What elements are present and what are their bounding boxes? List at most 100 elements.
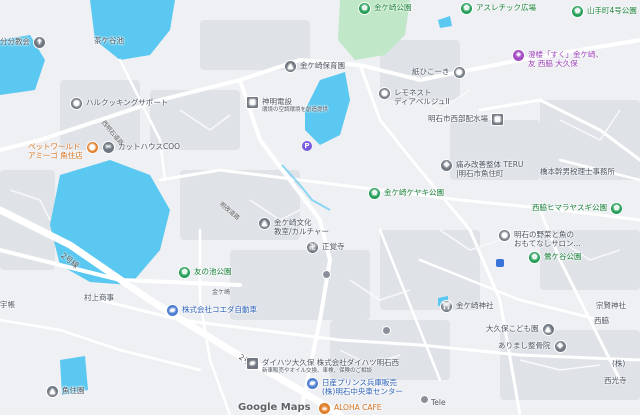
poi-label-line2: アミーゴ 魚住店 — [28, 151, 83, 160]
map-canvas[interactable]: 2号線 2号線 西明石道路 明夜道路 ✿ 金ケ崎公園 ✿ アスレチック広場 ✿ … — [0, 0, 640, 415]
cafe-icon: ☕ — [318, 402, 331, 415]
poi-halkuteking[interactable]: ● ハルクッキングサポート — [70, 97, 169, 110]
poi-murakami[interactable]: 村上商事 — [84, 293, 114, 302]
poi-branch-kai[interactable]: 分分教会 ✝ — [0, 36, 46, 49]
poi-label: 澄楼「すく」金ケ崎、 — [528, 50, 603, 59]
school-icon: ▲ — [541, 323, 555, 336]
building-icon: ▦ — [246, 96, 259, 109]
poi-kanegasaki-bunka[interactable]: ▲ 金ケ崎文化 教室/カルチャー — [258, 217, 329, 236]
poi-label: 大久保こども園 — [486, 324, 539, 333]
poi-label-line2: (株)明石中央車センター — [322, 387, 403, 396]
poi-himaru-kaede[interactable]: 紙ひこーき ● — [412, 66, 466, 79]
clinic-icon: ✚ — [440, 159, 453, 172]
poi-pet-world[interactable]: ペットワールド アミーゴ 魚住店 ● — [28, 141, 99, 160]
poi-daihatsu[interactable]: ▰ ダイハツ大久保 株式会社ダイハツ明石西 新車販売やオイル交換、車検、保険のご… — [246, 357, 400, 376]
poi-shokakuji[interactable]: 卍 正覚寺 — [306, 241, 345, 254]
poi-label: ありまし整骨院 — [498, 341, 551, 350]
poi-label-line2: 環境の空調環境を創造提供 — [262, 107, 329, 113]
poi-label: 鶯ケ谷公園 — [544, 252, 582, 261]
shop-icon: ● — [498, 229, 511, 242]
shop-icon: ✂ — [102, 141, 115, 154]
poi-lemonest[interactable]: ● レモネスト ディアベルジュII — [378, 87, 450, 106]
shop-icon: ● — [85, 141, 99, 154]
poi-nishi-sakura[interactable]: 西脇 — [594, 316, 609, 325]
poi-akashi-salon[interactable]: ● 明石の野菜と魚の おもてなしサロン... — [498, 229, 581, 248]
poi-uguisu-park[interactable]: ✿ 鶯ケ谷公園 — [528, 251, 582, 264]
poi-keyaki-park[interactable]: ✿ 金ケ崎ケヤキ公園 — [368, 187, 444, 200]
poi-kanegasaki-shrine[interactable]: ⛩ 金ケ崎神社 — [440, 300, 494, 313]
poi-label: 西脇ヒマラヤスギ公園 — [532, 203, 607, 212]
poi-label: 神明電設 — [262, 97, 292, 106]
area-label-tele: Tele — [431, 398, 446, 407]
tree-icon: ✿ — [368, 187, 381, 200]
poi-shinmei-denki[interactable]: ▦ 神明電設 環境の空調環境を創造提供 — [246, 96, 329, 115]
poi-chayatani[interactable]: 茶ケ谷池 — [94, 36, 124, 45]
poi-label: ペットワールド — [28, 142, 81, 151]
poi-label: アスレチック広場 — [476, 3, 536, 12]
poi-uozumi-sho[interactable]: ▲ 魚住園 — [46, 385, 85, 398]
car-icon: ▰ — [246, 357, 259, 370]
poi-rei-shrine[interactable]: ✦ 澄楼「すく」金ケ崎、 友 西脇 大久保 — [512, 49, 603, 68]
poi-okubo-kodomo[interactable]: 大久保こども園 ▲ — [486, 323, 555, 336]
poi-label: 宗賢神社 — [596, 301, 626, 310]
poi-kabu[interactable]: (株) — [612, 359, 625, 368]
poi-label: 金ケ崎文化 — [274, 218, 312, 227]
poi-label: ダイハツ大久保 株式会社ダイハツ明石西 — [262, 358, 400, 367]
poi-tomo-ike[interactable]: ✿ 友の池公園 — [178, 266, 232, 279]
poi-aloha[interactable]: ☕ ALOHA CAFE — [318, 402, 382, 415]
poi-kanegasaki-nursery[interactable]: ▲ 金ケ崎保育園 — [284, 60, 345, 73]
poi-label: 西光寺 — [604, 376, 627, 385]
poi-akashi-water[interactable]: 明石市西部配水場 ▦ — [428, 113, 504, 126]
poi-label: 日産プリンス兵庫販売 — [322, 378, 397, 387]
poi-athletic-field[interactable]: ✿ アスレチック広場 — [460, 2, 536, 15]
poi-label: 村上商事 — [84, 293, 114, 302]
poi-label: ハルクッキングサポート — [86, 98, 169, 107]
poi-label-line2: おもてなしサロン... — [514, 239, 581, 248]
tree-icon: ✿ — [178, 266, 191, 279]
poi-label: 紙ひこーき — [412, 67, 450, 76]
poi-label-line2: |明石市魚住町 — [456, 169, 504, 178]
bus-stop-icon[interactable] — [496, 259, 504, 267]
poi-arimashi[interactable]: ありまし整骨院 ✚ — [498, 340, 567, 353]
poi-nishimitsu[interactable]: 西光寺 — [604, 376, 627, 385]
clinic-icon: ✚ — [553, 340, 567, 353]
poi-label: 株式会社コエダ自動車 — [182, 305, 257, 314]
poi-sohouji[interactable]: 宗賢神社 — [596, 301, 626, 310]
poi-label: 分分教会 — [0, 37, 30, 46]
poi-teru[interactable]: ✚ 痛み改善整体 TERU |明石市魚住町 — [440, 159, 523, 178]
tree-icon: ✿ — [610, 202, 623, 215]
poi-west-edge[interactable]: 宇帳 — [0, 300, 15, 309]
poi-label: レモネスト — [394, 88, 432, 97]
poi-dot-icon[interactable] — [420, 395, 429, 404]
poi-hashimoto-tax[interactable]: 橋本幹男税理士事務所 — [540, 167, 615, 176]
poi-yamatecho-park[interactable]: ✿ 山手町4号公園 — [571, 5, 637, 18]
school-icon: ▲ — [284, 60, 297, 73]
poi-label: 橋本幹男税理士事務所 — [540, 167, 615, 176]
shrine-icon: ⛩ — [440, 300, 453, 313]
poi-kanehama[interactable]: 金ケ崎 — [212, 288, 230, 297]
poi-label: 明石の野菜と魚の — [514, 230, 574, 239]
poi-kanegasaki-park[interactable]: ✿ 金ケ崎公園 — [358, 2, 412, 15]
poi-koede-auto[interactable]: ▰ 株式会社コエダ自動車 — [166, 304, 257, 317]
poi-label-line2: 友 西脇 大久保 — [528, 59, 578, 68]
poi-label: 友の池公園 — [194, 267, 232, 276]
temple-icon: 卍 — [306, 241, 319, 254]
poi-cut-house[interactable]: ✂ カットハウスCOO — [102, 141, 180, 154]
tree-icon: ✿ — [571, 5, 584, 18]
poi-label: 明石市西部配水場 — [428, 114, 488, 123]
poi-nishi-park[interactable]: 西脇ヒマラヤスギ公園 ✿ — [532, 202, 623, 215]
poi-dot-icon[interactable] — [322, 270, 331, 279]
poi-dot-icon[interactable] — [382, 326, 391, 335]
poi-label: 茶ケ谷池 — [94, 36, 124, 45]
poi-label: 正覚寺 — [322, 242, 345, 251]
poi-label-line2: ディアベルジュII — [394, 97, 450, 106]
poi-nissan[interactable]: ▰ 日産プリンス兵庫販売 (株)明石中央車センター — [306, 377, 403, 396]
poi-label: 魚住園 — [62, 386, 85, 395]
poi-label: 金ケ崎公園 — [374, 3, 412, 12]
poi-label: 金ケ崎保育園 — [300, 61, 345, 70]
poi-label: 宇帳 — [0, 300, 15, 309]
poi-label: 金ケ崎 — [212, 289, 231, 296]
tree-icon: ✿ — [460, 2, 473, 15]
parking-icon[interactable]: P — [302, 141, 312, 151]
poi-label: ALOHA CAFE — [334, 403, 382, 412]
